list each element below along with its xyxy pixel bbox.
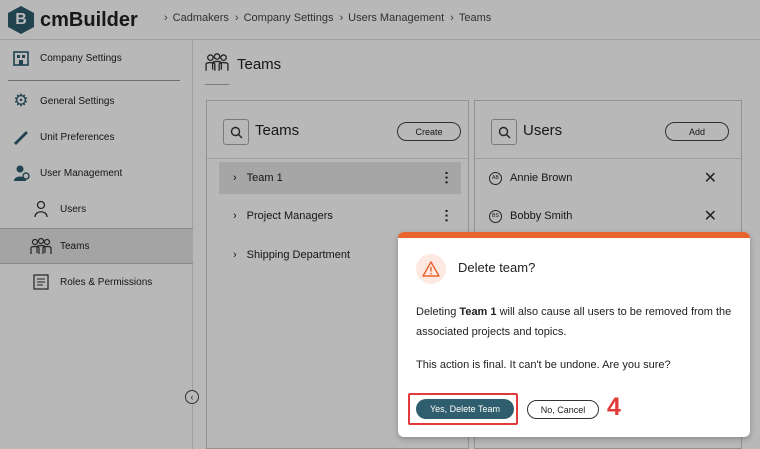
dialog-message: Deleting Team 1 will also cause all user… bbox=[416, 306, 732, 338]
dialog-confirm-text: This action is final. It can't be undone… bbox=[416, 359, 671, 371]
team-name-emphasis: Team 1 bbox=[459, 306, 497, 318]
warning-badge bbox=[416, 254, 446, 284]
highlight-box bbox=[408, 393, 518, 425]
dialog-title: Delete team? bbox=[458, 260, 536, 275]
dialog-top-stripe bbox=[398, 232, 750, 238]
warning-icon bbox=[422, 261, 440, 277]
step-number: 4 bbox=[607, 393, 621, 421]
cancel-button[interactable]: No, Cancel bbox=[527, 400, 599, 419]
